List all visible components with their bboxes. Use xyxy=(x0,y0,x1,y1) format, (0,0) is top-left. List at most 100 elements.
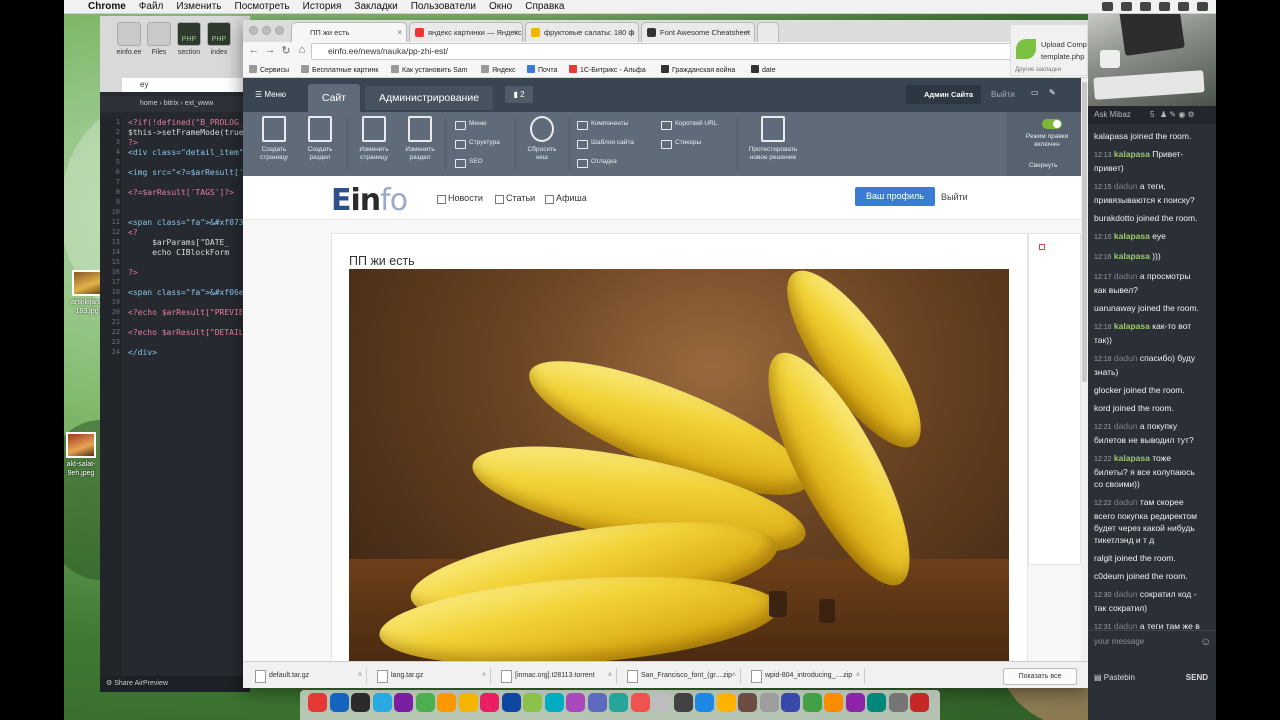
tab-administration[interactable]: Администрирование xyxy=(365,86,493,110)
logout-link[interactable]: Выйти xyxy=(991,90,1015,99)
editor-file-tab[interactable]: Files xyxy=(146,22,172,56)
code-line[interactable]: <span class="fa">&#xf073 xyxy=(128,218,244,227)
dock-app-icon[interactable] xyxy=(716,693,736,712)
desktop-file[interactable]: artinkijana 183.jpg xyxy=(70,270,104,316)
code-line[interactable]: <span class="fa">&#xf06e xyxy=(128,288,244,297)
download-item[interactable]: wpid-804_introducing_....zip ˄ xyxy=(745,668,865,684)
chat-message-input[interactable]: your message xyxy=(1088,630,1216,652)
dock-app-icon[interactable] xyxy=(630,693,650,712)
close-tab-icon[interactable]: × xyxy=(629,23,634,42)
chevron-up-icon[interactable]: ˄ xyxy=(358,668,362,684)
close-tab-icon[interactable]: × xyxy=(513,23,518,42)
breadcrumb-item[interactable]: ext_www xyxy=(185,100,213,107)
chevron-up-icon[interactable]: ˄ xyxy=(608,668,612,684)
message-nick[interactable]: kalapasa xyxy=(1114,251,1150,261)
clear-cache-button[interactable]: Сбросить кеш xyxy=(519,116,565,162)
bookmark-item[interactable]: Как установить Sam xyxy=(391,65,468,74)
nav-news[interactable]: Новости xyxy=(437,193,483,204)
chevron-up-icon[interactable]: ˄ xyxy=(482,668,486,684)
create-section-button[interactable]: Создать раздел xyxy=(297,116,343,162)
bookmark-item[interactable]: Яндекс xyxy=(481,65,516,74)
download-item[interactable]: default.tar.gz ˄ xyxy=(249,668,367,684)
bookmark-item[interactable]: Бесплатные картинк xyxy=(301,65,378,74)
upload-notification[interactable]: Upload Comp template.php Другие закладки xyxy=(1010,24,1088,76)
nav-articles[interactable]: Статьи xyxy=(495,193,535,204)
components-dropdown[interactable]: Компоненты xyxy=(577,120,628,130)
dock-app-icon[interactable] xyxy=(673,693,693,712)
dock-app-icon[interactable] xyxy=(759,693,779,712)
dock-app-icon[interactable] xyxy=(308,693,327,712)
browser-tab[interactable]: Font Awesome Cheatsheet × xyxy=(641,22,755,42)
code-line[interactable]: ?> xyxy=(128,138,138,147)
code-line[interactable]: <?echo $arResult["DETAIL xyxy=(128,328,244,337)
wifi-icon[interactable] xyxy=(1159,2,1170,11)
dock-app-icon[interactable] xyxy=(437,693,456,712)
forward-icon[interactable]: → xyxy=(263,44,277,56)
menu-view[interactable]: Посмотреть xyxy=(235,1,290,12)
back-icon[interactable]: ← xyxy=(247,44,261,56)
structure-dropdown[interactable]: Структура xyxy=(455,139,500,149)
site-logout-link[interactable]: Выйти xyxy=(941,192,968,202)
settings-icon[interactable]: ▭ xyxy=(1031,88,1039,97)
volume-icon[interactable] xyxy=(1178,2,1189,11)
message-nick[interactable]: kalapasa xyxy=(1114,453,1150,463)
share-button[interactable]: Share xyxy=(114,680,133,687)
dock-app-icon[interactable] xyxy=(544,693,564,712)
dock-app-icon[interactable] xyxy=(329,693,349,712)
message-nick[interactable]: dadun xyxy=(1114,271,1138,281)
site-template-dropdown[interactable]: Шаблон сайта xyxy=(577,139,634,149)
edit-section-button[interactable]: Изменить раздел xyxy=(397,116,443,162)
message-nick[interactable]: kalapasa xyxy=(1114,149,1150,159)
new-tab-button[interactable] xyxy=(757,22,779,42)
send-button[interactable]: SEND xyxy=(1186,668,1208,688)
code-line[interactable]: <?echo $arResult["PREVIE xyxy=(128,308,244,317)
debug-dropdown[interactable]: Отладка xyxy=(577,158,617,168)
editor-file-tab[interactable]: PHP section xyxy=(176,22,202,56)
breadcrumb-item[interactable]: bitrix xyxy=(164,100,179,107)
message-nick[interactable]: dadun xyxy=(1114,181,1138,191)
message-nick[interactable]: dadun xyxy=(1114,353,1138,363)
code-line[interactable]: <div class="detail_item" xyxy=(128,148,244,157)
dock-app-icon[interactable] xyxy=(523,693,542,712)
tab-site[interactable]: Сайт xyxy=(308,84,360,112)
browser-tab[interactable]: яндекс картинки — Яндекс × xyxy=(409,22,523,42)
nav-events[interactable]: Афиша xyxy=(545,193,587,204)
status-icon[interactable] xyxy=(1140,2,1151,11)
bookmark-item[interactable]: Сервисы xyxy=(249,65,289,74)
message-nick[interactable]: dadun xyxy=(1114,589,1138,599)
status-icon[interactable] xyxy=(1121,2,1132,11)
menu-history[interactable]: История xyxy=(303,1,342,12)
code-line[interactable]: $arParams["DATE_ xyxy=(128,238,229,247)
chevron-up-icon[interactable]: ˄ xyxy=(856,668,860,684)
code-line[interactable]: </div> xyxy=(128,348,157,357)
dock-app-icon[interactable] xyxy=(566,693,585,712)
bookmark-item[interactable]: date xyxy=(751,65,776,74)
short-url-dropdown[interactable]: Короткий URL xyxy=(661,120,717,130)
dock-app-icon[interactable] xyxy=(781,693,800,712)
close-window-button[interactable] xyxy=(249,26,258,35)
dock-app-icon[interactable] xyxy=(910,693,929,712)
dock-app-icon[interactable] xyxy=(738,693,757,712)
seo-button[interactable]: SEO xyxy=(455,158,483,168)
minimize-window-button[interactable] xyxy=(262,26,271,35)
zoom-window-button[interactable] xyxy=(275,26,284,35)
status-icon[interactable] xyxy=(1102,2,1113,11)
code-line[interactable]: <?if(!defined("B_PROLOG_ xyxy=(128,118,244,127)
test-solution-button[interactable]: Протестировать новое решение xyxy=(743,116,803,162)
message-nick[interactable]: kalapasa xyxy=(1114,231,1150,241)
editor-file-tab[interactable]: PHP index xyxy=(206,22,232,56)
download-item[interactable]: [inmac.org].t28113.torrent ˄ xyxy=(495,668,617,684)
home-icon[interactable]: ⌂ xyxy=(295,44,309,56)
dock-app-icon[interactable] xyxy=(480,693,499,712)
address-bar[interactable]: einfo.ee/news/nauka/pp-zhi-est/ xyxy=(311,43,1031,60)
users-icon[interactable]: ♟ ✎ ◉ ⚙ xyxy=(1160,106,1195,124)
reload-icon[interactable]: ↻ xyxy=(279,44,293,57)
pastebin-button[interactable]: ▤ Pastebin xyxy=(1094,668,1135,688)
dock-app-icon[interactable] xyxy=(695,693,714,712)
show-all-downloads-button[interactable]: Показать все xyxy=(1003,668,1077,685)
dock-app-icon[interactable] xyxy=(587,693,607,712)
gear-icon[interactable]: ⚙ xyxy=(106,680,112,687)
download-item[interactable]: San_Francisco_font_(gr....zip ˄ xyxy=(621,668,741,684)
editor-file-tab[interactable]: einfo.ee xyxy=(116,22,142,56)
dock-app-icon[interactable] xyxy=(867,693,886,712)
